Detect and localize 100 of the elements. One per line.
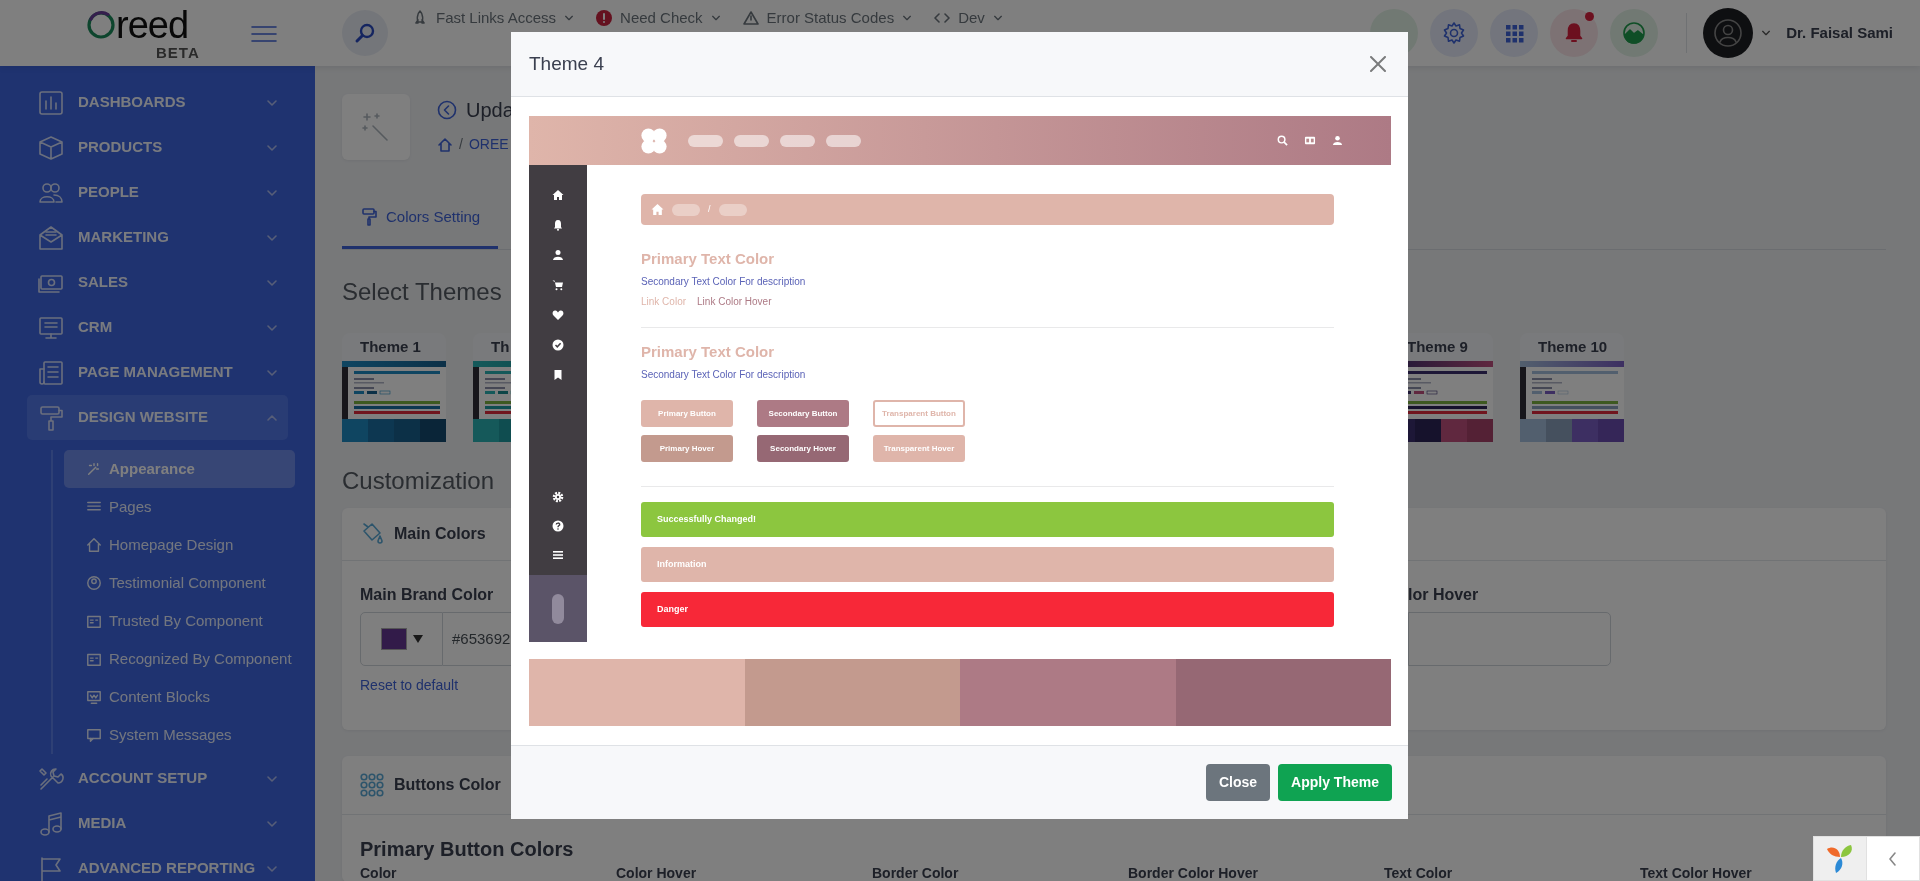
paint-bucket-icon [360, 520, 384, 547]
theme-name: Theme 10 [1538, 336, 1608, 357]
modal-title: Theme 4 [529, 51, 604, 76]
placeholder-pill [718, 203, 747, 216]
apply-button[interactable]: Apply Theme [1278, 764, 1392, 801]
sidebar-subitem[interactable]: Testimonial Component [64, 564, 295, 602]
bell-icon [552, 219, 564, 231]
heart-icon [552, 309, 564, 321]
section-heading: Select Themes [342, 277, 502, 306]
bar-chart-icon [37, 88, 65, 117]
tab[interactable]: Colors Setting [342, 186, 499, 249]
sidebar-item[interactable]: ACCOUNT SETUP [27, 756, 288, 801]
home-icon [86, 537, 102, 553]
quick-link[interactable]: Need Check [596, 7, 721, 30]
paint-roller-icon [37, 403, 65, 432]
settings-icon [1442, 21, 1467, 45]
gallery-button[interactable] [1610, 9, 1659, 57]
column-label: Border Color [872, 864, 960, 881]
column-label: Color Hover [616, 864, 698, 881]
card-title: Main Colors [394, 523, 486, 544]
home-icon [437, 136, 453, 153]
sample-link[interactable]: Link Color [641, 295, 687, 309]
music-note-icon [37, 809, 65, 838]
sidebar-item[interactable]: CRM [27, 305, 288, 350]
yii-logo-icon [1825, 842, 1855, 875]
rocket-icon [412, 10, 428, 27]
sample-description: Secondary Text Color For description [641, 368, 807, 382]
notifications-button[interactable] [1550, 9, 1599, 57]
sidebar-item[interactable]: PEOPLE [27, 170, 288, 215]
scroll-handle [552, 593, 564, 624]
quick-link[interactable]: Dev [934, 7, 1003, 30]
user-icon [1332, 135, 1343, 146]
caret-down-icon [412, 634, 423, 643]
sample-heading: Primary Text Color [641, 249, 776, 269]
menu-icon [552, 549, 564, 561]
sidebar-subitem[interactable]: Homepage Design [64, 526, 295, 564]
column-label: Text Color [1384, 864, 1454, 881]
search-icon [1277, 135, 1288, 146]
logo-tag: BETA [156, 45, 200, 60]
card-title: Buttons Color [394, 774, 501, 795]
sidebar-subitem[interactable]: Content Blocks [64, 678, 295, 716]
breadcrumb-separator: / [459, 135, 463, 154]
flower-logo-icon [640, 126, 668, 155]
sidebar-item[interactable]: MEDIA [27, 801, 288, 846]
field-label: Main Brand Color [360, 584, 495, 605]
user-name: Dr. Faisal Sami [1786, 22, 1893, 43]
sidebar-item[interactable]: ADVANCED REPORTING [27, 846, 288, 881]
color-picker-button[interactable] [360, 611, 443, 666]
column-label: Border Color Hover [1128, 864, 1259, 881]
placeholder-pill [672, 203, 700, 216]
sidebar-item[interactable]: SALES [27, 260, 288, 305]
sidebar-subitem[interactable]: System Messages [64, 716, 295, 754]
placeholder-pill [826, 134, 861, 147]
sidebar-item[interactable]: DASHBOARDS [27, 80, 288, 125]
id-card-icon [86, 613, 102, 629]
magic-wand-icon [86, 461, 102, 477]
alert-badge-icon [596, 10, 613, 27]
sidebar-subitem[interactable]: Trusted By Component [64, 602, 295, 640]
sidebar-item[interactable]: PAGE MANAGEMENT [27, 350, 288, 395]
close-button[interactable]: Close [1205, 764, 1271, 801]
section-heading: Customization [342, 466, 495, 495]
reset-link[interactable]: Reset to default [360, 674, 459, 696]
column-label: Color [360, 864, 398, 881]
column-label: Text Color Hover [1640, 864, 1753, 881]
cart-icon [552, 279, 564, 291]
settings-button[interactable] [1430, 9, 1479, 57]
color-swatch [380, 627, 407, 650]
dots-grid-icon [360, 772, 384, 797]
code-icon [934, 13, 951, 24]
newspaper-icon [37, 358, 65, 387]
id-card-icon [86, 651, 102, 667]
user-avatar[interactable] [1703, 8, 1754, 58]
check-circle-icon [552, 339, 564, 351]
sidebar-item[interactable]: MARKETING [27, 215, 288, 260]
search-button[interactable] [342, 10, 388, 56]
cube-icon [37, 133, 65, 162]
settings-icon [552, 491, 564, 503]
sidebar-subitem[interactable]: Pages [64, 488, 295, 526]
message-icon [86, 727, 102, 743]
landscape-icon [1622, 21, 1647, 45]
home-icon [651, 203, 664, 216]
sample-link[interactable]: Link Color Hover [697, 295, 772, 309]
grid-icon [1503, 22, 1526, 44]
apps-button[interactable] [1490, 9, 1539, 57]
quick-link[interactable]: Fast Links Access [412, 7, 575, 30]
color-hex-field[interactable] [1408, 611, 1611, 666]
sidebar-subitem[interactable]: Appearance [64, 450, 295, 488]
card-icon [1303, 135, 1317, 146]
sidebar-subitem[interactable]: Recognized By Component [64, 640, 295, 678]
placeholder-pill [734, 134, 769, 147]
sample-alert: Information [641, 547, 1334, 582]
logo-ring-icon [86, 10, 116, 40]
quick-link[interactable]: Error Status Codes [742, 7, 913, 30]
sidebar-item[interactable]: PRODUCTS [27, 125, 288, 170]
logo-wordmark: reed [116, 6, 189, 44]
sample-heading: Primary Text Color [641, 342, 776, 362]
sidebar-item[interactable]: DESIGN WEBSITE [27, 395, 288, 440]
field-label: lor Hover [1408, 584, 1480, 605]
breadcrumb-link[interactable]: OREE [468, 134, 509, 155]
theme-name: Theme 9 [1407, 336, 1468, 357]
